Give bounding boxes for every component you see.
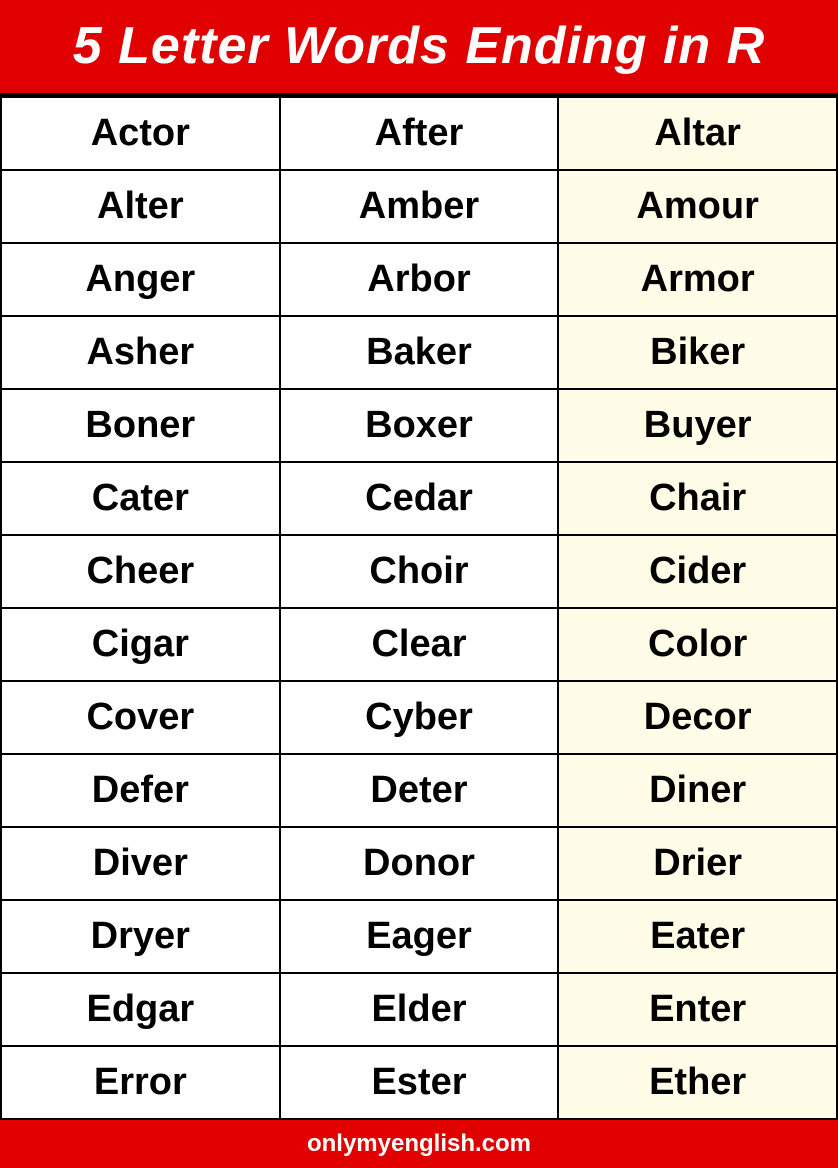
word-cell: Ether <box>558 1046 837 1119</box>
word-cell: Amour <box>558 170 837 243</box>
word-cell: Armor <box>558 243 837 316</box>
page-title: 5 Letter Words Ending in R <box>20 18 818 75</box>
word-cell: Defer <box>1 754 280 827</box>
word-cell: Baker <box>280 316 559 389</box>
word-table-wrapper: ActorAfterAltarAlterAmberAmourAngerArbor… <box>0 93 838 1120</box>
word-cell: Eager <box>280 900 559 973</box>
word-cell: Diner <box>558 754 837 827</box>
table-row: CaterCedarChair <box>1 462 837 535</box>
page-header: 5 Letter Words Ending in R <box>0 0 838 93</box>
word-cell: Elder <box>280 973 559 1046</box>
table-row: DeferDeterDiner <box>1 754 837 827</box>
word-cell: Donor <box>280 827 559 900</box>
word-cell: Arbor <box>280 243 559 316</box>
table-row: CigarClearColor <box>1 608 837 681</box>
table-row: DryerEagerEater <box>1 900 837 973</box>
word-cell: Cider <box>558 535 837 608</box>
word-cell: Actor <box>1 97 280 170</box>
table-row: AsherBakerBiker <box>1 316 837 389</box>
table-row: DiverDonorDrier <box>1 827 837 900</box>
word-table: ActorAfterAltarAlterAmberAmourAngerArbor… <box>0 96 838 1120</box>
word-cell: Enter <box>558 973 837 1046</box>
word-cell: Edgar <box>1 973 280 1046</box>
word-cell: Color <box>558 608 837 681</box>
word-cell: Asher <box>1 316 280 389</box>
word-cell: Choir <box>280 535 559 608</box>
table-row: CoverCyberDecor <box>1 681 837 754</box>
table-row: AngerArborArmor <box>1 243 837 316</box>
word-cell: Biker <box>558 316 837 389</box>
word-cell: Altar <box>558 97 837 170</box>
word-cell: Amber <box>280 170 559 243</box>
table-row: EdgarElderEnter <box>1 973 837 1046</box>
word-cell: Dryer <box>1 900 280 973</box>
word-cell: Cedar <box>280 462 559 535</box>
word-cell: Cyber <box>280 681 559 754</box>
footer-website: onlymyenglish.com <box>307 1130 531 1157</box>
word-cell: After <box>280 97 559 170</box>
word-cell: Ester <box>280 1046 559 1119</box>
table-row: BonerBoxerBuyer <box>1 389 837 462</box>
word-cell: Boxer <box>280 389 559 462</box>
table-row: CheerChoirCider <box>1 535 837 608</box>
word-cell: Buyer <box>558 389 837 462</box>
word-cell: Deter <box>280 754 559 827</box>
word-cell: Cover <box>1 681 280 754</box>
word-cell: Cigar <box>1 608 280 681</box>
word-cell: Anger <box>1 243 280 316</box>
word-cell: Boner <box>1 389 280 462</box>
word-cell: Cater <box>1 462 280 535</box>
word-cell: Cheer <box>1 535 280 608</box>
page-footer: onlymyenglish.com <box>0 1120 838 1168</box>
word-cell: Drier <box>558 827 837 900</box>
table-row: ActorAfterAltar <box>1 97 837 170</box>
word-cell: Decor <box>558 681 837 754</box>
table-row: AlterAmberAmour <box>1 170 837 243</box>
word-cell: Eater <box>558 900 837 973</box>
word-cell: Diver <box>1 827 280 900</box>
word-cell: Error <box>1 1046 280 1119</box>
word-cell: Alter <box>1 170 280 243</box>
word-cell: Chair <box>558 462 837 535</box>
table-row: ErrorEsterEther <box>1 1046 837 1119</box>
word-cell: Clear <box>280 608 559 681</box>
